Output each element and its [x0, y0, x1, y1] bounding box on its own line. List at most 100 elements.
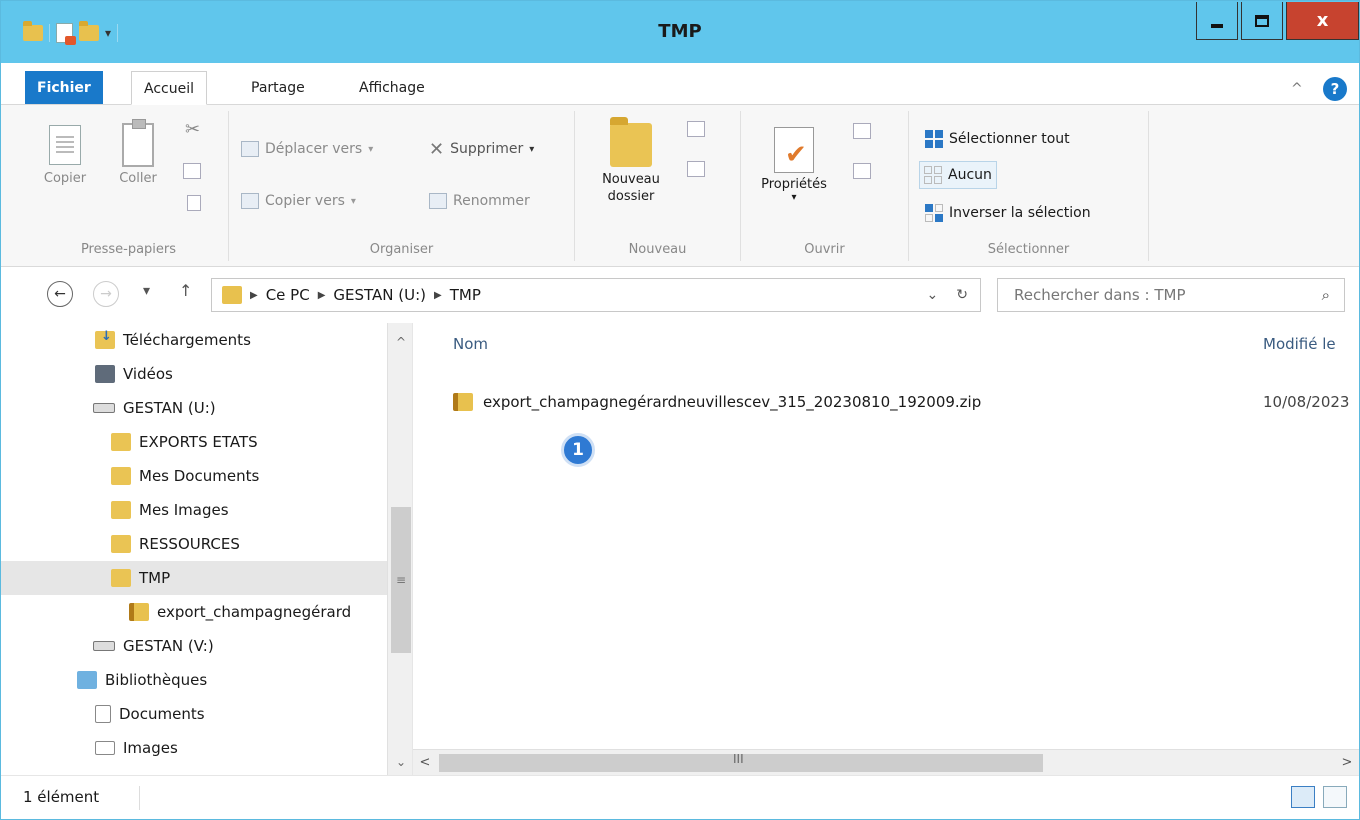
copy-path-icon[interactable]: [183, 163, 201, 179]
title-bar[interactable]: ▾ TMP x: [1, 1, 1359, 63]
paste-button[interactable]: Coller: [109, 119, 167, 186]
new-folder-label: Nouveau dossier: [602, 172, 660, 204]
up-button[interactable]: ↑: [179, 281, 192, 300]
forward-button[interactable]: →: [93, 281, 119, 307]
move-to-button[interactable]: Déplacer vers ▾: [241, 137, 373, 161]
horizontal-scrollbar[interactable]: < III >: [413, 749, 1359, 775]
tab-view[interactable]: Affichage: [347, 71, 437, 105]
back-button[interactable]: ←: [47, 281, 73, 307]
scroll-left-icon[interactable]: <: [413, 750, 437, 775]
navigation-bar: ← → ▾ ↑ ▶ Ce PC ▶ GESTAN (U:) ▶ TMP ⌄ ↻ …: [1, 267, 1359, 323]
tree-item-mes-documents[interactable]: Mes Documents: [111, 459, 259, 493]
tree-item-gestan-v[interactable]: GESTAN (V:): [93, 629, 214, 663]
column-header-name[interactable]: Nom: [453, 335, 488, 353]
tree-item-export-zip[interactable]: export_champagnegérard: [129, 595, 351, 629]
folder-icon: [111, 433, 131, 451]
copy-icon: [49, 125, 81, 165]
minimize-button[interactable]: [1196, 2, 1238, 40]
file-list: Nom Modifié le export_champagnegérardneu…: [413, 323, 1359, 775]
chevron-right-icon[interactable]: ▶: [318, 290, 326, 301]
tree-item-ressources[interactable]: RESSOURCES: [111, 527, 240, 561]
tree-item-libraries[interactable]: Bibliothèques: [77, 663, 207, 697]
breadcrumb-tmp[interactable]: TMP: [450, 286, 481, 304]
chevron-right-icon[interactable]: ▶: [434, 290, 442, 301]
invert-selection-label: Inverser la sélection: [949, 205, 1091, 221]
rename-button[interactable]: Renommer: [429, 189, 530, 213]
address-bar[interactable]: ▶ Ce PC ▶ GESTAN (U:) ▶ TMP ⌄ ↻: [211, 278, 981, 312]
group-new: Nouveau dossier Nouveau: [575, 111, 741, 261]
open-icon[interactable]: [853, 123, 871, 139]
address-dropdown-icon[interactable]: ⌄: [927, 287, 939, 303]
select-none-button[interactable]: Aucun: [919, 161, 997, 189]
scroll-right-icon[interactable]: >: [1335, 750, 1359, 775]
column-header-modified[interactable]: Modifié le: [1263, 335, 1336, 353]
copy-label: Copier: [43, 171, 87, 186]
image-icon: [95, 741, 115, 755]
tab-share[interactable]: Partage: [239, 71, 317, 105]
large-icons-view-icon[interactable]: [1323, 786, 1347, 808]
search-input[interactable]: Rechercher dans : TMP ⌕: [997, 278, 1345, 312]
close-icon: x: [1316, 10, 1329, 31]
folder-icon: [222, 286, 242, 304]
maximize-button[interactable]: [1241, 2, 1283, 40]
help-icon[interactable]: ?: [1323, 77, 1347, 101]
tree-label: Mes Images: [139, 501, 229, 519]
item-count: 1 élément: [23, 788, 100, 806]
select-all-button[interactable]: Sélectionner tout: [921, 125, 1074, 153]
scroll-down-icon[interactable]: ⌄: [388, 749, 412, 775]
downloads-icon: [95, 329, 115, 349]
breadcrumb-this-pc[interactable]: Ce PC: [266, 286, 310, 304]
copy-to-label: Copier vers: [265, 193, 345, 209]
tab-home[interactable]: Accueil: [131, 71, 207, 105]
tab-file[interactable]: Fichier: [25, 71, 103, 104]
properties-button[interactable]: Propriétés ▾: [749, 127, 839, 203]
tree-label: Bibliothèques: [105, 671, 208, 689]
tree-label: GESTAN (V:): [123, 637, 214, 655]
tree-label: Vidéos: [123, 365, 173, 383]
tree-item-gestan-u[interactable]: GESTAN (U:): [93, 391, 216, 425]
navigation-pane: Téléchargements Vidéos GESTAN (U:) EXPOR…: [1, 323, 413, 775]
edit-icon[interactable]: [853, 163, 871, 179]
select-none-label: Aucun: [948, 167, 992, 183]
zip-icon: [453, 393, 473, 411]
details-view-icon[interactable]: [1291, 786, 1315, 808]
paste-label: Coller: [119, 171, 157, 186]
recent-locations-icon[interactable]: ▾: [143, 283, 150, 299]
zip-icon: [129, 603, 149, 621]
tree-item-images[interactable]: Images: [95, 731, 178, 765]
group-label-new: Nouveau: [628, 242, 687, 257]
copy-button[interactable]: Copier: [39, 125, 91, 186]
cut-icon[interactable]: ✂: [185, 119, 200, 140]
collapse-ribbon-icon[interactable]: ^: [1291, 81, 1303, 97]
tree-item-downloads[interactable]: Téléchargements: [95, 323, 251, 357]
chevron-right-icon[interactable]: ▶: [250, 290, 258, 301]
search-icon[interactable]: ⌕: [1322, 279, 1330, 311]
file-row[interactable]: export_champagnegérardneuvillescev_315_2…: [453, 385, 1359, 419]
tree-label: export_champagnegérard: [157, 603, 352, 621]
breadcrumb-gestan-u[interactable]: GESTAN (U:): [333, 286, 426, 304]
close-button[interactable]: x: [1286, 2, 1359, 40]
drive-icon: [93, 641, 115, 651]
group-select: Sélectionner tout Aucun Inverser la séle…: [909, 111, 1149, 261]
tree-item-videos[interactable]: Vidéos: [95, 357, 173, 391]
paste-shortcut-icon[interactable]: [187, 195, 201, 211]
copy-to-button[interactable]: Copier vers ▾: [241, 189, 356, 213]
tree-scrollbar[interactable]: ^ ≡ ⌄: [387, 323, 412, 775]
tree-item-exports-etats[interactable]: EXPORTS ETATS: [111, 425, 258, 459]
scroll-up-icon[interactable]: ^: [388, 329, 412, 355]
refresh-icon[interactable]: ↻: [956, 287, 968, 303]
tree-item-mes-images[interactable]: Mes Images: [111, 493, 229, 527]
paste-icon: [122, 119, 154, 167]
easy-access-icon[interactable]: [687, 161, 705, 177]
group-clipboard: Copier Coller ✂ Presse-papiers: [29, 111, 229, 261]
group-label-open: Ouvrir: [804, 242, 845, 257]
new-item-icon[interactable]: [687, 121, 705, 137]
tree-item-documents[interactable]: Documents: [95, 697, 205, 731]
select-all-label: Sélectionner tout: [949, 131, 1070, 147]
tree-label: Documents: [119, 705, 205, 723]
file-modified: 10/08/2023: [1263, 393, 1350, 411]
tree-item-tmp[interactable]: TMP: [1, 561, 387, 595]
new-folder-button[interactable]: Nouveau dossier: [589, 117, 673, 205]
invert-selection-button[interactable]: Inverser la sélection: [921, 199, 1095, 227]
delete-button[interactable]: ✕ Supprimer ▾: [429, 137, 534, 161]
